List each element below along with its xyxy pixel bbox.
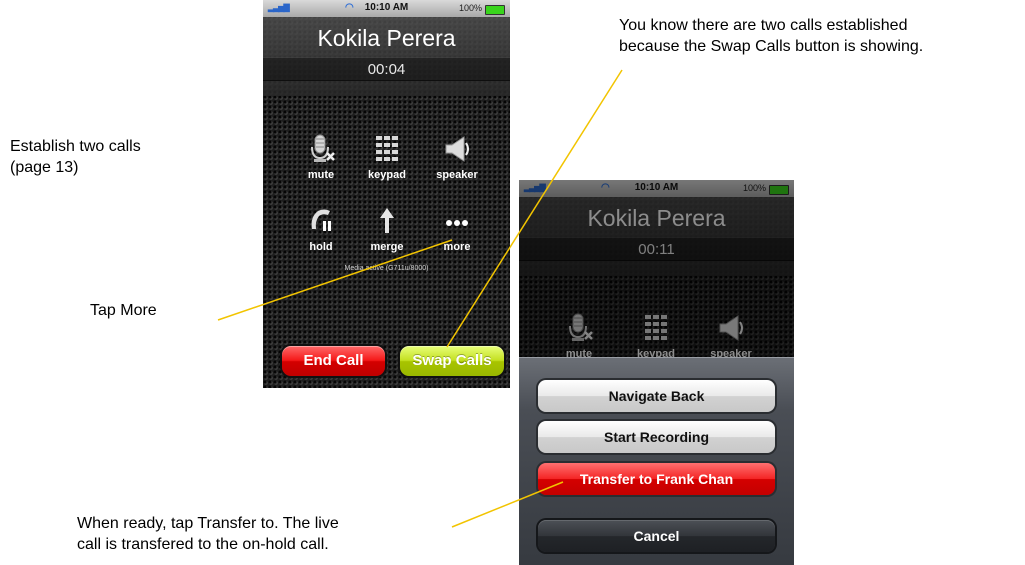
leader-lines bbox=[217, 69, 623, 528]
leader-swap-calls bbox=[446, 69, 623, 348]
leader-tap-more bbox=[217, 239, 453, 321]
leader-transfer bbox=[451, 481, 564, 528]
